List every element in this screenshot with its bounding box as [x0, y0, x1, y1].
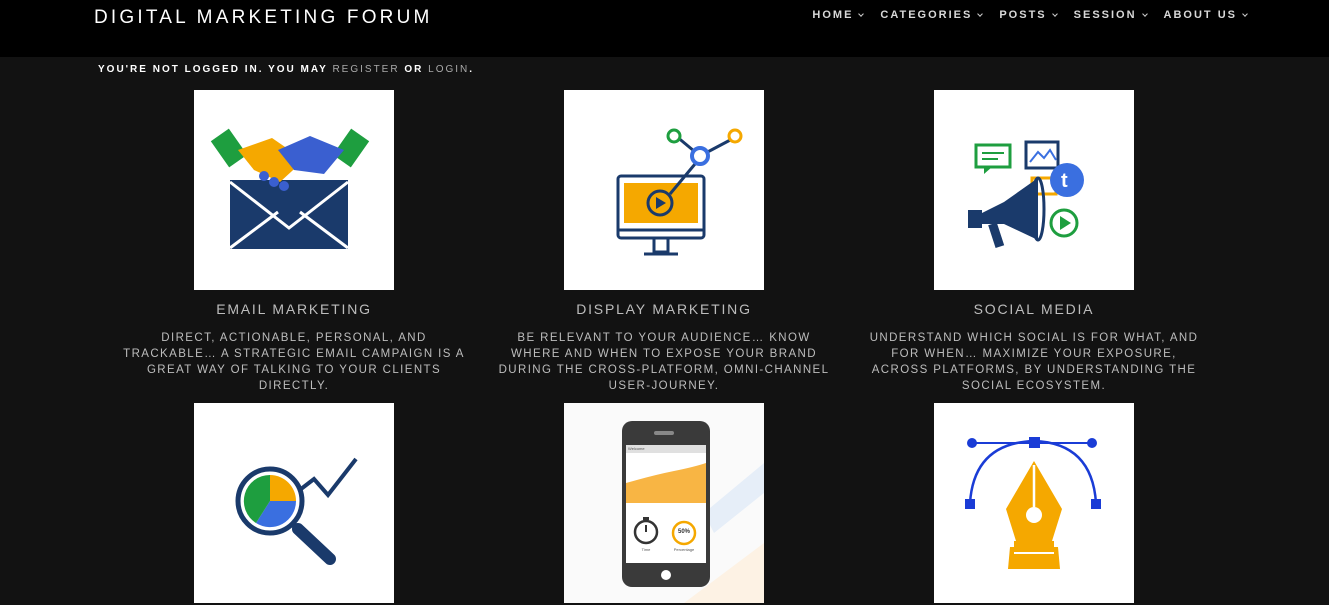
card-image[interactable]: [564, 90, 764, 290]
chevron-down-icon: [1141, 10, 1148, 17]
login-notice-or: OR: [404, 64, 424, 75]
top-bar: DIGITAL MARKETING FORUM HOME CATEGORIES …: [0, 0, 1329, 57]
card-title[interactable]: DISPLAY MARKETING: [484, 301, 844, 317]
card-image[interactable]: [194, 90, 394, 290]
nav-label: ABOUT US: [1163, 9, 1237, 21]
chevron-down-icon: [1051, 10, 1058, 17]
phone-percent: 50%: [677, 529, 690, 535]
site-title[interactable]: DIGITAL MARKETING FORUM: [94, 7, 433, 29]
monitor-play-icon: [616, 128, 743, 256]
card-description: DIRECT, ACTIONABLE, PERSONAL, AND TRACKA…: [123, 332, 465, 392]
handshake-envelope-icon: [210, 128, 370, 250]
card-image[interactable]: [194, 403, 394, 603]
login-notice: YOU'RE NOT LOGGED IN. YOU MAY REGISTER O…: [98, 64, 474, 75]
card-description: BE RELEVANT TO YOUR AUDIENCE… KNOW WHERE…: [498, 332, 830, 392]
login-link[interactable]: LOGIN: [428, 64, 469, 75]
megaphone-social-icon: t: [968, 140, 1084, 249]
phone-label-left: Time: [641, 547, 651, 552]
svg-text:t: t: [1061, 170, 1068, 192]
service-card-display[interactable]: DISPLAY MARKETING BE RELEVANT TO YOUR AU…: [484, 90, 844, 394]
nav-label: POSTS: [999, 9, 1047, 21]
service-card-analytics[interactable]: [114, 403, 474, 603]
nav-label: SESSION: [1073, 9, 1137, 21]
chevron-down-icon: [1242, 10, 1248, 17]
chevron-down-icon: [977, 10, 984, 17]
nav-item-session[interactable]: SESSION: [1073, 9, 1148, 21]
card-title[interactable]: SOCIAL MEDIA: [854, 301, 1214, 317]
pen-tool-icon: [965, 437, 1101, 569]
service-card-mobile[interactable]: Welcome 50% Time Percentage: [484, 403, 844, 603]
login-notice-text: YOU'RE NOT LOGGED IN. YOU MAY: [98, 64, 328, 75]
card-image[interactable]: Welcome 50% Time Percentage: [564, 403, 764, 603]
analytics-magnifier-icon: [235, 457, 358, 565]
service-card-social[interactable]: t SOCIAL MEDIA UNDERSTAND WHICH SOCIAL I…: [854, 90, 1214, 394]
nav-item-about-us[interactable]: ABOUT US: [1163, 9, 1248, 21]
phone-label-right: Percentage: [673, 547, 695, 552]
nav-item-categories[interactable]: CATEGORIES: [880, 9, 984, 21]
nav-item-posts[interactable]: POSTS: [999, 9, 1058, 21]
mobile-app-icon: [564, 403, 764, 603]
service-card-email[interactable]: EMAIL MARKETING DIRECT, ACTIONABLE, PERS…: [114, 90, 474, 394]
nav-item-home[interactable]: HOME: [812, 9, 865, 21]
login-notice-suffix: .: [469, 64, 475, 75]
service-card-design[interactable]: [854, 403, 1214, 603]
chevron-down-icon: [858, 10, 865, 17]
nav-label: HOME: [812, 9, 854, 21]
card-description: UNDERSTAND WHICH SOCIAL IS FOR WHAT, AND…: [869, 332, 1199, 392]
card-title[interactable]: EMAIL MARKETING: [114, 301, 474, 317]
nav-label: CATEGORIES: [880, 9, 973, 21]
register-link[interactable]: REGISTER: [332, 64, 399, 75]
card-image[interactable]: t: [934, 90, 1134, 290]
card-image[interactable]: [934, 403, 1134, 603]
main-nav: HOME CATEGORIES POSTS SESSION ABOUT US: [795, 9, 1248, 21]
phone-header: Welcome: [628, 446, 645, 451]
